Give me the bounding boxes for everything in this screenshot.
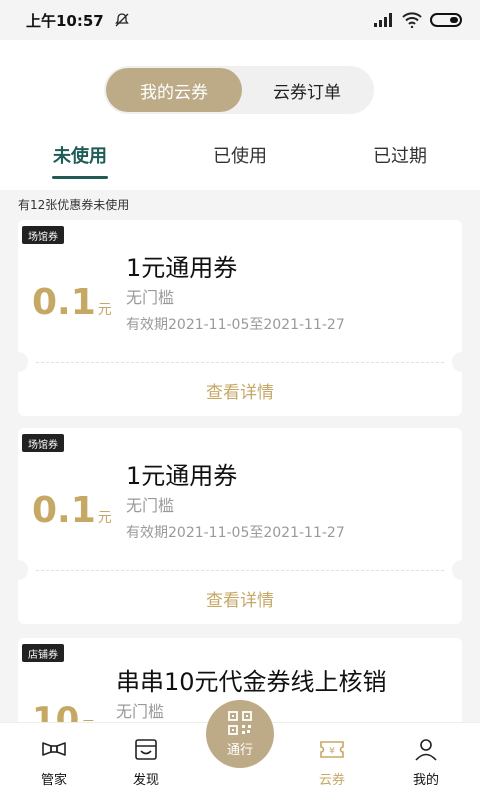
nav-label: 云券 — [318, 773, 345, 788]
coupon-card[interactable]: 场馆券 0.1 元 1元通用券 无门槛 有效期2021-11-05至2021-11… — [8, 428, 472, 624]
coupon-amount: 10元 — [32, 700, 95, 722]
coupon-unit: 元 — [97, 510, 112, 526]
coupon-tabs: 未使用 已使用 已过期 — [0, 132, 480, 190]
coupon-notch — [452, 560, 472, 580]
coupon-notch — [8, 352, 28, 372]
wifi-icon — [402, 12, 422, 28]
coupon-unit: 元 — [97, 302, 112, 318]
tab-underline — [52, 176, 108, 179]
view-details-button[interactable]: 查看详情 — [18, 586, 462, 611]
status-bar: 上午10:57 — [0, 0, 480, 40]
coupon-divider — [36, 362, 444, 363]
coupon-tag: 场馆券 — [22, 226, 64, 244]
nav-label: 管家 — [40, 773, 67, 788]
nav-mine[interactable]: 我的 — [386, 735, 466, 788]
coupon-validity: 有效期2021-11-05至2021-11-27 — [126, 317, 345, 333]
butler-bowtie-icon — [42, 742, 66, 756]
pass-button[interactable]: 通行 — [206, 700, 274, 768]
view-details-button[interactable]: 查看详情 — [18, 378, 462, 403]
coupon-amount: 0.1 元 — [32, 490, 112, 531]
coupon-title: 串串10元代金券线上核销 — [116, 668, 387, 696]
coupon-divider — [36, 570, 444, 571]
coupon-count-text: 有12张优惠券未使用 — [18, 198, 130, 212]
status-time: 上午10:57 — [26, 11, 104, 30]
signal-icon — [374, 13, 392, 27]
ticket-yen-icon: ¥ — [320, 741, 344, 758]
coupon-threshold: 无门槛 — [126, 496, 175, 515]
segment-my-coupons[interactable]: 我的云券 — [106, 68, 242, 112]
qr-code-icon — [228, 711, 252, 735]
coupon-threshold: 无门槛 — [116, 702, 165, 721]
segmented-control: 我的云券 云券订单 — [104, 66, 374, 114]
tab-used[interactable]: 已使用 — [180, 142, 300, 168]
coupon-tag: 场馆券 — [22, 434, 64, 452]
nav-label: 发现 — [132, 773, 159, 788]
tab-expired[interactable]: 已过期 — [340, 142, 460, 168]
status-icons — [374, 12, 462, 28]
tab-unused[interactable]: 未使用 — [20, 142, 140, 168]
coupon-amount: 0.1 元 — [32, 282, 112, 323]
header: 我的云券 云券订单 未使用 已使用 已过期 — [0, 40, 480, 190]
segment-coupon-orders[interactable]: 云券订单 — [242, 68, 372, 112]
user-icon — [415, 739, 437, 761]
coupon-notch — [8, 560, 28, 580]
coupon-title: 1元通用券 — [126, 254, 238, 282]
coupon-notch — [452, 352, 472, 372]
coupon-title: 1元通用券 — [126, 462, 238, 490]
nav-discover[interactable]: 发现 — [106, 735, 186, 788]
nav-label: 我的 — [412, 773, 439, 788]
coupon-threshold: 无门槛 — [126, 288, 175, 307]
bell-muted-icon — [114, 13, 129, 27]
nav-butler[interactable]: 管家 — [14, 735, 94, 788]
coupon-tag: 店铺券 — [22, 644, 64, 662]
svg-text:¥: ¥ — [329, 747, 335, 757]
battery-icon — [430, 13, 462, 27]
coupon-card[interactable]: 场馆券 0.1 元 1元通用券 无门槛 有效期2021-11-05至2021-11… — [8, 220, 472, 416]
coupon-validity: 有效期2021-11-05至2021-11-27 — [126, 525, 345, 541]
pass-label: 通行 — [226, 743, 253, 758]
store-icon — [135, 739, 157, 760]
nav-coupons[interactable]: ¥ 云券 — [292, 735, 372, 788]
